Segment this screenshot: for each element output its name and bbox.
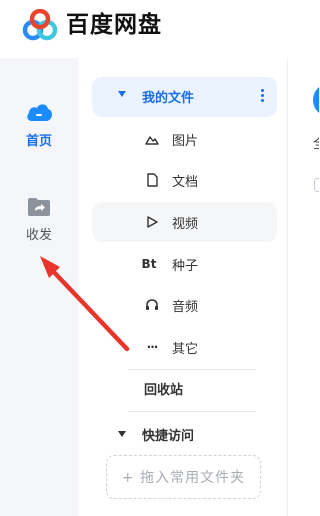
baidu-netdisk-logo-icon	[22, 9, 58, 41]
quick-access-label: 快捷访问	[142, 429, 195, 444]
nav-item-label: 种子	[172, 259, 199, 274]
upload-button[interactable]	[313, 83, 319, 117]
rail-home-label: 首页	[25, 134, 52, 149]
select-all-label: 全	[313, 133, 319, 152]
app-brand-title: 百度网盘	[66, 12, 162, 38]
more-icon: ···	[146, 340, 159, 354]
document-icon	[147, 173, 158, 187]
cloud-home-icon	[27, 104, 52, 121]
nav-item-documents[interactable]: 文档	[92, 160, 277, 200]
nav-item-other[interactable]: ··· 其它	[92, 327, 277, 367]
nav-item-label: 其它	[172, 342, 199, 357]
folder-share-icon	[28, 198, 50, 216]
nav-item-video[interactable]: 视频	[92, 202, 277, 242]
nav-recycle-bin[interactable]: 回收站	[144, 379, 183, 398]
more-options-icon[interactable]	[261, 89, 265, 105]
rail-share-label: 收发	[25, 228, 52, 243]
caret-down-icon[interactable]	[118, 91, 126, 97]
image-icon	[145, 136, 159, 145]
app-header: 百度网盘	[0, 0, 319, 54]
nav-item-audio[interactable]: 音频	[92, 285, 277, 325]
nav-item-torrents[interactable]: Bt 种子	[92, 244, 277, 284]
nav-item-label: 视频	[172, 217, 199, 232]
nav-quick-access[interactable]: 快捷访问	[92, 423, 277, 444]
select-all-checkbox[interactable]	[314, 178, 319, 192]
dropzone-hint: + 拖入常用文件夹	[121, 470, 246, 486]
main-content-edge: 全	[289, 58, 319, 516]
caret-down-icon[interactable]	[118, 431, 126, 437]
nav-divider	[128, 369, 256, 370]
rail-share-button[interactable]: 收发	[0, 196, 78, 243]
nav-divider	[128, 411, 256, 412]
play-icon	[147, 216, 158, 228]
bt-icon: Bt	[141, 257, 157, 271]
nav-my-files-label: 我的文件	[142, 91, 195, 106]
add-favorite-folder-dropzone[interactable]: + 拖入常用文件夹	[106, 455, 261, 499]
nav-my-files[interactable]: 我的文件	[92, 77, 277, 117]
nav-item-label: 音频	[172, 300, 199, 315]
nav-item-images[interactable]: 图片	[92, 119, 277, 159]
rail-home-button[interactable]: 首页	[0, 100, 78, 149]
left-rail: 首页 收发	[0, 58, 78, 516]
nav-item-label: 图片	[172, 134, 199, 149]
file-nav-panel: 我的文件 图片 文档 视频 Bt 种子 音频 ··· 其它 回收站 快捷访问 +…	[78, 58, 288, 516]
nav-item-label: 文档	[172, 175, 199, 190]
headphones-icon	[146, 299, 158, 310]
